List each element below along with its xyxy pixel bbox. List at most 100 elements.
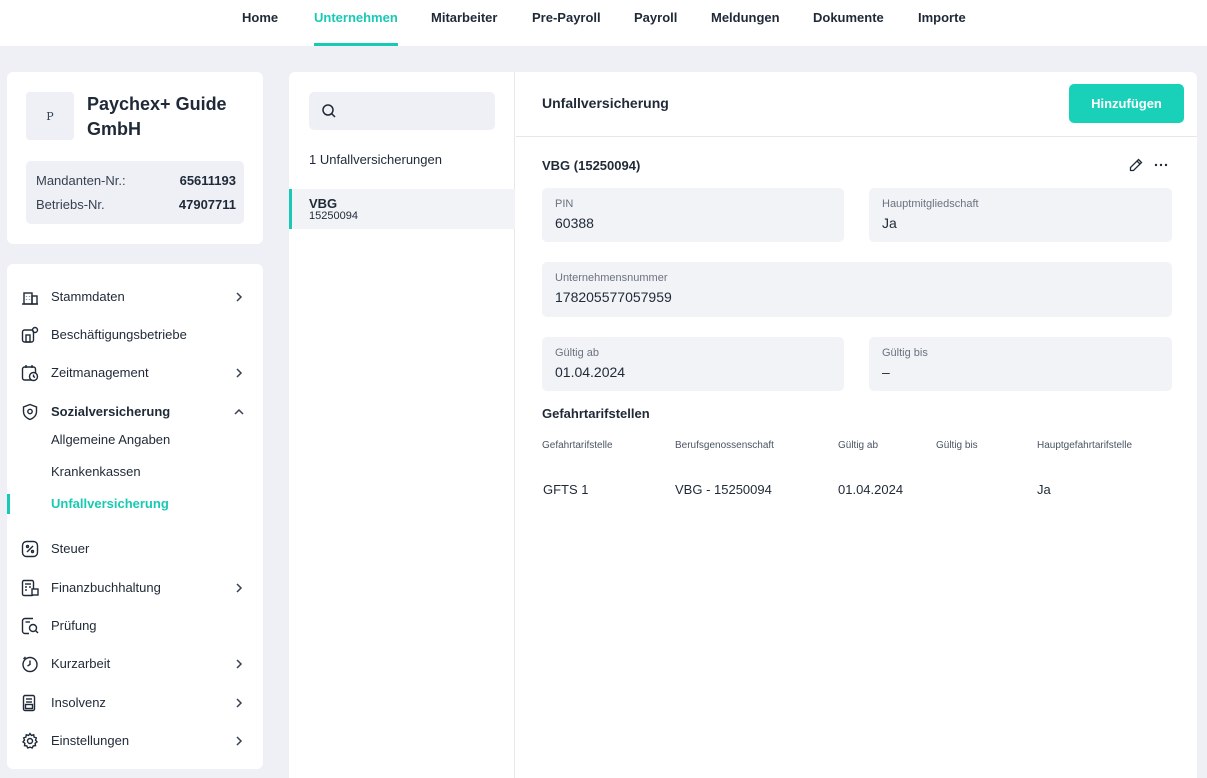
table-header: Gültig ab [838, 440, 879, 451]
unternehmensnummer-label: Unternehmensnummer [555, 272, 668, 284]
list-column: 1 Unfallversicherungen VBG 15250094 [289, 72, 515, 778]
insolvency-icon [22, 694, 36, 712]
sidebar-item-steuer[interactable]: Steuer [7, 534, 263, 564]
sidebar-item-label: Zeitmanagement [51, 365, 149, 380]
gueltig-ab-label: Gültig ab [555, 347, 600, 359]
sidebar-item-finanzbuchhaltung[interactable]: Finanzbuchhaltung [7, 573, 263, 603]
unternehmensnummer-field: Unternehmensnummer 178205577057959 [542, 262, 1172, 317]
gueltig-bis-value: – [882, 364, 890, 380]
pin-label: PIN [555, 198, 574, 210]
more-icon[interactable] [1154, 158, 1168, 172]
gueltig-ab-field: Gültig ab 01.04.2024 [542, 337, 844, 391]
chevron-right-icon [236, 292, 243, 302]
pin-field: PIN 60388 [542, 188, 844, 242]
company-logo-letter: P [46, 109, 54, 123]
sidebar-menu: Stammdaten Beschäftigungsbetriebe Zeitma… [7, 264, 263, 769]
sidebar-item-label: Einstellungen [51, 733, 130, 748]
hauptmitgliedschaft-field: Hauptmitgliedschaft Ja [869, 188, 1172, 242]
sidebar-item-label: Sozialversicherung [51, 404, 171, 419]
nav-meldungen[interactable]: Meldungen [711, 0, 780, 46]
hauptmitgliedschaft-label: Hauptmitgliedschaft [882, 198, 979, 210]
sidebar-item-pruefung[interactable]: Prüfung [7, 611, 263, 641]
company-logo: P [26, 92, 74, 140]
main-panel: 1 Unfallversicherungen VBG 15250094 Unfa… [289, 72, 1197, 778]
company-name: Paychex+ Guide GmbH [87, 94, 227, 139]
company-ids: Mandanten-Nr.: 65611193 Betriebs-Nr. 479… [26, 161, 244, 224]
gueltig-bis-field: Gültig bis – [869, 337, 1172, 391]
nav-importe[interactable]: Importe [918, 0, 966, 46]
table-cell: Ja [1037, 482, 1051, 497]
search-input[interactable] [345, 92, 490, 130]
table-header: Gültig bis [936, 440, 978, 451]
betriebs-value: 47907711 [178, 197, 236, 212]
chevron-right-icon [236, 368, 243, 378]
table-header: Gefahrtarifstelle [542, 440, 613, 451]
nav-pre-payroll[interactable]: Pre-Payroll [532, 0, 601, 46]
gueltig-ab-value: 01.04.2024 [555, 364, 626, 380]
edit-icon[interactable] [1129, 158, 1143, 172]
betriebs-label: Betriebs-Nr. [36, 197, 105, 212]
add-button[interactable]: Hinzufügen [1069, 84, 1184, 123]
building-icon [22, 292, 38, 305]
sidebar-subitem-allgemeine-angaben[interactable]: Allgemeine Angaben [7, 427, 263, 453]
sidebar-item-label: Insolvenz [51, 695, 106, 710]
list-item-title: VBG [309, 196, 338, 211]
chevron-up-icon [234, 408, 244, 415]
gueltig-bis-label: Gültig bis [882, 347, 928, 359]
mandanten-value: 65611193 [179, 173, 236, 188]
hauptmitgliedschaft-value: Ja [882, 215, 897, 231]
gear-icon [21, 732, 39, 749]
sidebar-item-einstellungen[interactable]: Einstellungen [7, 726, 263, 756]
table-header: Berufsgenossenschaft [675, 440, 774, 451]
clock-icon [22, 656, 38, 673]
chevron-right-icon [236, 698, 243, 708]
sidebar-item-zeitmanagement[interactable]: Zeitmanagement [7, 358, 263, 388]
table-cell: VBG - 15250094 [675, 482, 772, 497]
tax-icon [21, 540, 39, 558]
chevron-right-icon [236, 736, 243, 746]
gefahrtarifstellen-title: Gefahrtarifstellen [542, 406, 650, 421]
table-cell: 01.04.2024 [838, 482, 904, 497]
shield-icon [22, 403, 38, 421]
table-cell: GFTS 1 [543, 482, 589, 497]
sidebar-item-label: Stammdaten [51, 289, 125, 304]
sidebar-subitem-label: Krankenkassen [51, 464, 141, 479]
sidebar-item-insolvenz[interactable]: Insolvenz [7, 688, 263, 718]
table-header: Hauptgefahrtarifstelle [1037, 440, 1133, 451]
sidebar-item-label: Beschäftigungsbetriebe [51, 327, 187, 342]
sidebar-item-label: Steuer [51, 541, 90, 556]
top-navigation: Home Unternehmen Mitarbeiter Pre-Payroll… [0, 0, 1207, 46]
sidebar-item-stammdaten[interactable]: Stammdaten [7, 282, 263, 312]
sidebar-subitem-krankenkassen[interactable]: Krankenkassen [7, 459, 263, 485]
sidebar-item-kurzarbeit[interactable]: Kurzarbeit [7, 649, 263, 679]
nav-dokumente[interactable]: Dokumente [813, 0, 884, 46]
sidebar-subitem-label: Unfallversicherung [51, 496, 169, 511]
search-icon [322, 104, 336, 118]
unternehmensnummer-value: 178205577057959 [555, 289, 672, 305]
list-count: 1 Unfallversicherungen [309, 152, 442, 167]
sidebar-item-sozialversicherung[interactable]: Sozialversicherung [7, 397, 263, 427]
sidebar-subitem-label: Allgemeine Angaben [51, 432, 171, 447]
company-card: P Paychex+ Guide GmbH Mandanten-Nr.: 656… [7, 72, 263, 244]
sidebar-subitem-unfallversicherung[interactable]: Unfallversicherung [7, 491, 263, 517]
sidebar-item-label: Prüfung [51, 618, 97, 633]
calendar-clock-icon [21, 365, 39, 382]
betriebs-row: Betriebs-Nr. 47907711 [36, 196, 236, 214]
mandanten-row: Mandanten-Nr.: 65611193 [36, 172, 236, 190]
nav-mitarbeiter[interactable]: Mitarbeiter [431, 0, 497, 46]
chevron-right-icon [236, 659, 243, 669]
audit-icon [21, 617, 39, 635]
pin-value: 60388 [555, 215, 594, 231]
sidebar-item-label: Finanzbuchhaltung [51, 580, 161, 595]
list-item-subtitle: 15250094 [309, 210, 358, 222]
list-item[interactable]: VBG 15250094 [289, 189, 515, 229]
sidebar-item-beschaeftigungsbetriebe[interactable]: Beschäftigungsbetriebe [7, 320, 263, 350]
detail-header: Unfallversicherung Hinzufügen [516, 72, 1197, 137]
record-title: VBG (15250094) [542, 158, 641, 173]
search-box[interactable] [309, 92, 495, 130]
nav-payroll[interactable]: Payroll [634, 0, 677, 46]
office-settings-icon [21, 326, 39, 343]
nav-unternehmen[interactable]: Unternehmen [314, 0, 398, 46]
nav-home[interactable]: Home [242, 0, 278, 46]
detail-title: Unfallversicherung [542, 95, 669, 111]
